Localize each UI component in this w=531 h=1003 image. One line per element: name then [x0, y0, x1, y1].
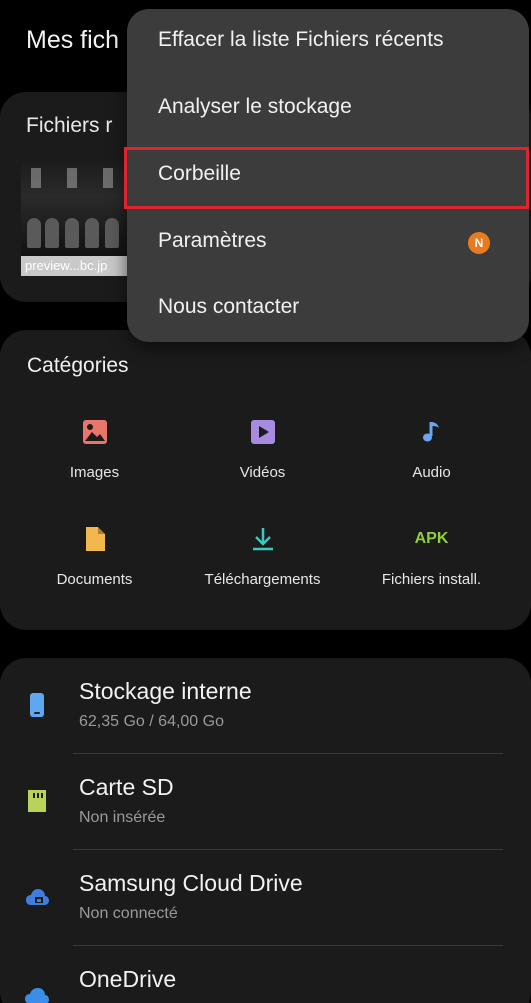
categories-title: Catégories — [27, 354, 129, 377]
recent-file-thumbnail[interactable]: preview...bc.jp — [21, 156, 127, 276]
category-label: Images — [69, 464, 120, 481]
storage-name: Carte SD — [79, 774, 174, 800]
category-label: Documents — [56, 571, 133, 588]
storage-item-sd-card[interactable]: Carte SD Non insérée — [0, 754, 531, 850]
new-badge: N — [468, 232, 490, 254]
storage-item-samsung-cloud[interactable]: Samsung Cloud Drive Non connecté — [0, 850, 531, 946]
video-icon — [250, 420, 275, 444]
storage-item-internal[interactable]: Stockage interne 62,35 Go / 64,00 Go — [0, 658, 531, 754]
apk-icon: APK — [414, 530, 449, 547]
category-videos[interactable]: Vidéos — [174, 418, 351, 481]
category-label: Vidéos — [239, 464, 286, 481]
category-images[interactable]: Images — [6, 418, 183, 481]
storage-name: Samsung Cloud Drive — [79, 870, 303, 896]
sd-card-icon — [28, 790, 46, 812]
storage-item-onedrive[interactable]: OneDrive — [0, 946, 531, 1003]
page-title: Mes fich — [26, 26, 120, 54]
image-icon — [82, 420, 107, 444]
storage-status: Non connecté — [79, 905, 178, 922]
recent-files-title: Fichiers r — [26, 114, 113, 137]
menu-item-label: Nous contacter — [158, 295, 300, 318]
category-label: Fichiers install. — [381, 571, 482, 588]
menu-item-label: Effacer la liste Fichiers récents — [158, 28, 444, 51]
music-note-icon — [422, 422, 439, 442]
storage-status: Non insérée — [79, 809, 166, 826]
menu-item-label: Analyser le stockage — [158, 95, 352, 118]
category-label: Audio — [412, 464, 451, 481]
menu-item-settings[interactable]: Paramètres N — [127, 210, 529, 276]
thumbnail-image — [21, 156, 127, 256]
document-icon — [85, 527, 105, 551]
category-installation-files[interactable]: APK Fichiers install. — [343, 525, 520, 588]
menu-item-clear-recent[interactable]: Effacer la liste Fichiers récents — [127, 9, 529, 75]
onedrive-icon — [25, 988, 49, 1003]
phone-storage-icon — [30, 693, 44, 717]
highlight-box — [124, 147, 529, 209]
storage-usage: 62,35 Go / 64,00 Go — [79, 713, 224, 730]
storage-name: OneDrive — [79, 966, 177, 992]
download-icon — [252, 528, 273, 551]
cloud-drive-icon — [26, 889, 49, 905]
category-label: Téléchargements — [204, 571, 321, 588]
menu-item-analyze-storage[interactable]: Analyser le stockage — [127, 76, 529, 142]
category-downloads[interactable]: Téléchargements — [174, 525, 351, 588]
category-documents[interactable]: Documents — [6, 525, 183, 588]
menu-item-label: Paramètres — [158, 229, 267, 252]
storage-card: Stockage interne 62,35 Go / 64,00 Go Car… — [0, 658, 531, 1003]
storage-name: Stockage interne — [79, 678, 252, 704]
categories-card: Catégories Images Vidéos Audio Documents — [0, 330, 531, 630]
menu-item-contact-us[interactable]: Nous contacter — [127, 276, 529, 342]
category-audio[interactable]: Audio — [343, 418, 520, 481]
overflow-menu: Effacer la liste Fichiers récents Analys… — [124, 9, 529, 342]
thumbnail-caption: preview...bc.jp — [21, 256, 127, 276]
